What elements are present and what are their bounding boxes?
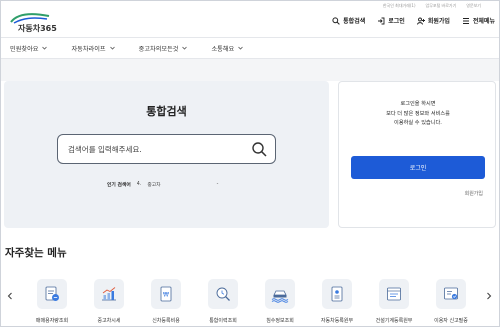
popular-keyword[interactable]: 중고차 bbox=[147, 181, 160, 188]
frequent-menu-item[interactable]: 중고차시세 bbox=[85, 279, 133, 326]
gnb-all-menu[interactable]: 전체메뉴 bbox=[462, 16, 495, 25]
search-icon[interactable] bbox=[251, 141, 268, 158]
nav-label: 민원찾아요 bbox=[10, 45, 39, 53]
chevron-down-icon bbox=[109, 46, 115, 50]
search-input[interactable] bbox=[68, 142, 248, 156]
frequent-menu-item[interactable]: 건설기계등록원부 bbox=[370, 279, 418, 326]
menu-tile: ₩ bbox=[151, 279, 181, 309]
login-line-3: 이용하실 수 있습니다. bbox=[394, 120, 442, 126]
chart-icon bbox=[102, 287, 116, 301]
user-add-icon bbox=[416, 17, 425, 25]
login-message: 로그인을 하시면 보다 더 많은 정보와 서비스를 이용하실 수 있습니다. bbox=[339, 100, 497, 129]
logo[interactable]: 자동차365 bbox=[9, 9, 59, 35]
nav-item-communication[interactable]: 소통해요 bbox=[211, 44, 244, 53]
gnb-signup[interactable]: 회원가입 bbox=[416, 16, 450, 25]
frequent-menu-item[interactable]: 통합이력조회 bbox=[199, 279, 247, 326]
menu-label: 침수정보조회 bbox=[266, 318, 294, 324]
search-history-icon bbox=[216, 287, 230, 301]
search-icon bbox=[332, 16, 340, 25]
menu-label: 이용자 신고필증 bbox=[434, 318, 468, 324]
nav-item-civil[interactable]: 민원찾아요 bbox=[10, 44, 48, 53]
popular-rank: 4. bbox=[136, 182, 142, 187]
login-icon bbox=[378, 17, 385, 24]
search-panel: 통합검색 인기 검색어 4. 중고차 - bbox=[4, 81, 329, 228]
menu-tile bbox=[322, 279, 352, 309]
frequent-menu-item[interactable]: 이용자 신고필증 bbox=[427, 279, 475, 326]
registration-doc-icon bbox=[331, 286, 343, 302]
nav-item-used-car[interactable]: 중고차의모든것 bbox=[139, 44, 188, 53]
menu-label: 자동차등록원부 bbox=[320, 318, 354, 324]
header: 자동차365 통합검색 로그인 회원가입 전체메뉴 bbox=[1, 7, 499, 37]
search-title: 통합검색 bbox=[146, 105, 187, 118]
chevron-down-icon bbox=[238, 46, 244, 50]
frequent-menu-title: 자주찾는 메뉴 bbox=[5, 247, 67, 259]
menu-label: 중고차시세 bbox=[97, 318, 121, 324]
car-document-icon bbox=[45, 286, 59, 301]
popular-label: 인기 검색어 bbox=[107, 183, 131, 188]
gnb-label: 로그인 bbox=[388, 18, 405, 25]
gnb-label: 통합검색 bbox=[343, 18, 366, 25]
login-button[interactable]: 로그인 bbox=[351, 156, 485, 179]
menu-label: 건설기계등록원부 bbox=[375, 318, 413, 324]
search-box bbox=[57, 134, 276, 164]
nav-label: 자동차라이프 bbox=[71, 45, 106, 53]
menu-label: 통합이력조회 bbox=[209, 318, 237, 324]
menu-tile bbox=[208, 279, 238, 309]
menu-label: 매매용자량조회 bbox=[35, 318, 69, 324]
hero-background bbox=[1, 59, 499, 81]
gnb-integrated-search[interactable]: 통합검색 bbox=[332, 16, 365, 25]
chevron-left-icon[interactable] bbox=[6, 292, 14, 300]
login-line-2: 보다 더 많은 정보와 서비스를 bbox=[386, 110, 450, 117]
logo-text: 자동차365 bbox=[18, 24, 57, 33]
popular-separator: - bbox=[216, 182, 219, 187]
signup-link[interactable]: 회원가입 bbox=[465, 190, 483, 197]
nav-item-car-life[interactable]: 자동차라이프 bbox=[71, 44, 115, 53]
gnb-label: 회원가입 bbox=[427, 18, 450, 25]
login-line-1: 로그인을 하시면 bbox=[400, 101, 436, 107]
menu-tile bbox=[265, 279, 295, 309]
login-panel: 로그인을 하시면 보다 더 많은 정보와 서비스를 이용하실 수 있습니다. 로… bbox=[338, 81, 496, 228]
global-nav: 통합검색 로그인 회원가입 전체메뉴 bbox=[332, 16, 495, 25]
chevron-down-icon bbox=[42, 46, 48, 50]
frequent-menu-item[interactable]: ₩ 신차등록비용 bbox=[142, 279, 190, 326]
machine-doc-icon bbox=[387, 287, 401, 301]
svg-text:₩: ₩ bbox=[163, 292, 169, 299]
popular-keywords: 인기 검색어 4. 중고차 - bbox=[107, 181, 218, 188]
frequent-menu-item[interactable]: 침수정보조회 bbox=[256, 279, 304, 326]
menu-tile bbox=[379, 279, 409, 309]
nav-label: 소통해요 bbox=[211, 45, 235, 53]
certificate-icon bbox=[444, 287, 458, 300]
menu-tile bbox=[37, 279, 67, 309]
main-nav: 민원찾아요 자동차라이프 중고차의모든것 소통해요 bbox=[1, 37, 499, 59]
frequent-menu-item[interactable]: 매매용자량조회 bbox=[28, 279, 76, 326]
gnb-label: 전체메뉴 bbox=[472, 18, 495, 25]
menu-label: 신차등록비용 bbox=[152, 318, 180, 324]
chevron-down-icon bbox=[182, 46, 188, 50]
flood-car-icon bbox=[271, 290, 289, 303]
menu-tile bbox=[94, 279, 124, 309]
page: 한국인 최대거래(1) 업무포털 바로가기 영문보기 자동차365 통합검색 로… bbox=[0, 0, 500, 327]
menu-tile bbox=[436, 279, 466, 309]
chevron-right-icon[interactable] bbox=[485, 292, 493, 300]
frequent-menu-item[interactable]: 자동차등록원부 bbox=[313, 279, 361, 326]
nav-label: 중고차의모든것 bbox=[138, 45, 179, 53]
gnb-login[interactable]: 로그인 bbox=[377, 16, 405, 25]
won-document-icon: ₩ bbox=[160, 286, 172, 302]
hamburger-menu-icon bbox=[462, 17, 469, 24]
